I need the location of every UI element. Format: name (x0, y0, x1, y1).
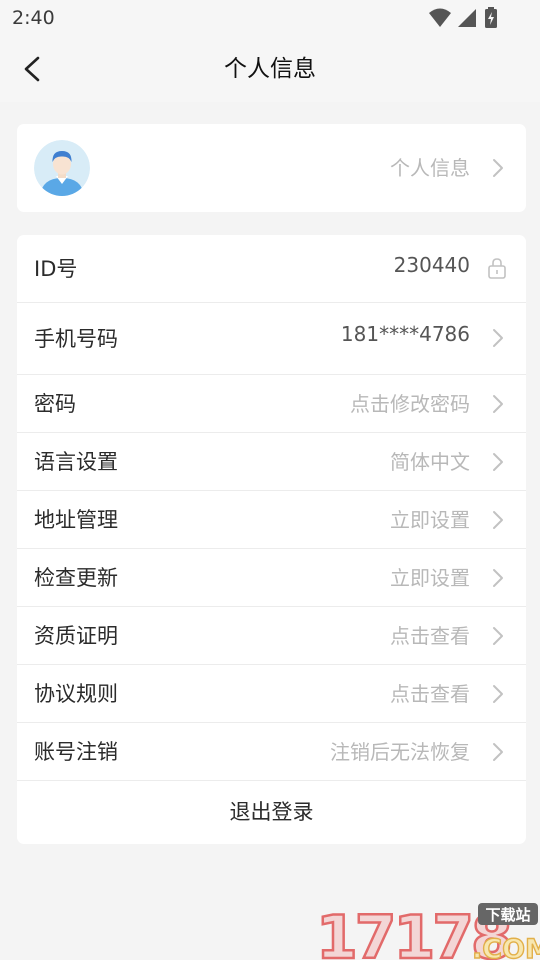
status-time: 2:40 (12, 7, 55, 29)
profile-card[interactable]: 个人信息 (17, 124, 526, 212)
chevron-right-icon (493, 395, 503, 413)
row-password[interactable]: 密码 点击修改密码 (17, 375, 526, 433)
row-label: 密码 (34, 392, 76, 416)
row-update[interactable]: 检查更新 立即设置 (17, 549, 526, 607)
profile-link-label: 个人信息 (390, 156, 470, 180)
chevron-right-icon (493, 511, 503, 529)
battery-icon (485, 7, 497, 28)
row-value: 230440 (393, 253, 470, 277)
chevron-right-icon (493, 159, 503, 177)
chevron-right-icon (493, 685, 503, 703)
row-label: 手机号码 (34, 327, 118, 351)
row-value: 点击查看 (390, 624, 470, 648)
lock-icon (488, 258, 506, 279)
row-label: 检查更新 (34, 566, 118, 590)
row-label: 协议规则 (34, 682, 118, 706)
watermark-domain: .COM (472, 934, 540, 960)
row-phone[interactable]: 手机号码 181****4786 (17, 303, 526, 375)
row-value: 立即设置 (390, 508, 470, 532)
row-agreement[interactable]: 协议规则 点击查看 (17, 665, 526, 723)
chevron-right-icon (493, 627, 503, 645)
row-value: 点击查看 (390, 682, 470, 706)
status-bar: 2:40 (0, 0, 540, 36)
chevron-right-icon (493, 453, 503, 471)
row-value: 简体中文 (390, 450, 470, 474)
chevron-right-icon (493, 743, 503, 761)
row-language[interactable]: 语言设置 简体中文 (17, 433, 526, 491)
row-label: 账号注销 (34, 740, 118, 764)
nav-bar: 个人信息 (0, 36, 540, 102)
settings-card: ID号 230440 手机号码 181****4786 密码 点击修改密码 语言… (17, 235, 526, 844)
row-value: 注销后无法恢复 (330, 740, 470, 764)
chevron-right-icon (493, 329, 503, 347)
row-value: 点击修改密码 (350, 392, 470, 416)
watermark-tag: 下载站 (485, 906, 530, 924)
row-account-deletion[interactable]: 账号注销 注销后无法恢复 (17, 723, 526, 781)
row-label: 资质证明 (34, 624, 118, 648)
chevron-right-icon (493, 569, 503, 587)
row-label: 语言设置 (34, 450, 118, 474)
wifi-icon (429, 8, 451, 27)
row-label: ID号 (34, 257, 78, 281)
signal-icon (458, 9, 476, 27)
avatar (34, 140, 90, 196)
row-value: 181****4786 (340, 322, 470, 346)
logout-button[interactable]: 退出登录 (17, 781, 526, 844)
row-qualification[interactable]: 资质证明 点击查看 (17, 607, 526, 665)
row-label: 地址管理 (34, 508, 118, 532)
status-icons (429, 7, 497, 28)
avatar-icon (34, 140, 90, 196)
watermark-logo: 17178 下载站 .COM (315, 902, 540, 960)
row-address[interactable]: 地址管理 立即设置 (17, 491, 526, 549)
row-value: 立即设置 (390, 566, 470, 590)
row-id: ID号 230440 (17, 235, 526, 303)
page-title: 个人信息 (224, 56, 316, 82)
